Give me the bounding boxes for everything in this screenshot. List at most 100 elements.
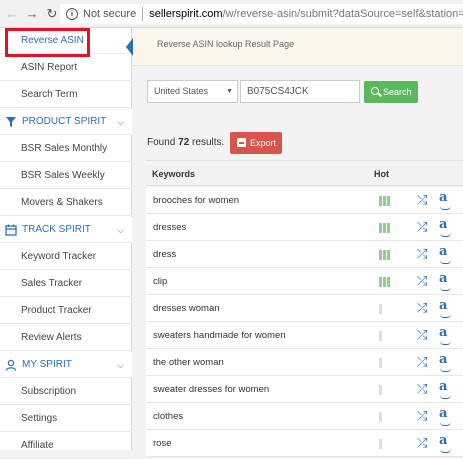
sidebar-item-label: Affiliate [21,440,54,451]
shuffle-icon[interactable]: ⤮ [417,382,431,396]
hot-bar [379,304,382,314]
hot-bar [379,385,382,395]
search-button[interactable]: Search [364,81,418,103]
keyword-cell[interactable]: dresses [153,222,186,233]
sidebar-item-label: Movers & Shakers [21,197,103,208]
shuffle-icon[interactable]: ⤮ [417,274,431,288]
shuffle-icon[interactable]: ⤮ [417,409,431,423]
keyword-cell[interactable]: rose [153,438,171,449]
hot-bar [383,277,386,287]
keyword-cell[interactable]: the other woman [153,357,224,368]
results-prefix: Found [147,137,176,148]
active-indicator [126,38,133,56]
hot-indicator [379,412,382,422]
sidebar-item-subscription[interactable]: Subscription [0,379,132,405]
amazon-icon[interactable]: a [439,218,453,237]
caret-down-icon: ▼ [226,88,233,95]
export-button[interactable]: Export [230,132,282,154]
table-row: sweater dresses for women ⤮ a [146,376,463,403]
export-button-label: Export [250,138,277,148]
amazon-icon[interactable]: a [439,326,453,345]
hot-bar [387,223,390,233]
reload-icon[interactable]: ↻ [44,6,60,22]
amazon-icon[interactable]: a [439,191,453,210]
info-icon[interactable]: i [66,8,78,20]
shuffle-icon[interactable]: ⤮ [417,220,431,234]
keyword-cell[interactable]: dress [153,249,176,260]
shuffle-icon[interactable]: ⤮ [417,328,431,342]
sidebar-item-label: Keyword Tracker [21,251,97,262]
table-row: clip ⤮ a [146,268,463,295]
table-row: clothes ⤮ a [146,403,463,430]
sidebar-item-bsr-sales-weekly[interactable]: BSR Sales Weekly [0,163,132,189]
column-header-hot[interactable]: Hot [374,169,389,179]
sidebar-item-asin-report[interactable]: ASIN Report [0,55,132,81]
sidebar-item-settings[interactable]: Settings [0,406,132,432]
hot-indicator [379,304,382,314]
sidebar-item-search-term[interactable]: Search Term [0,82,132,108]
hot-bar [383,223,386,233]
export-icon [237,138,246,147]
column-header-keywords[interactable]: Keywords [152,169,195,179]
sidebar: Reverse ASIN ASIN Report Search Term PRO… [0,28,132,459]
sidebar-item-label: Sales Tracker [21,278,83,289]
keyword-cell[interactable]: clip [153,276,167,287]
amazon-icon[interactable]: a [439,380,453,399]
sidebar-item-bsr-sales-monthly[interactable]: BSR Sales Monthly [0,136,132,162]
country-select-value: United States [154,86,209,96]
back-arrow-icon[interactable]: ← [4,6,20,22]
amazon-icon[interactable]: a [439,299,453,318]
amazon-icon[interactable]: a [439,245,453,264]
page-banner: Reverse ASIN lookup Result Page [133,28,463,66]
table-row: dresses woman ⤮ a [146,295,463,322]
sidebar-item-movers-shakers[interactable]: Movers & Shakers [0,190,132,216]
amazon-icon[interactable]: a [439,407,453,426]
table-row: sweaters handmade for women ⤮ a [146,322,463,349]
hot-indicator [379,439,382,449]
sidebar-item-label: Subscription [21,386,77,397]
hot-bar [379,223,382,233]
sidebar-item-affiliate[interactable]: Affiliate [0,433,132,459]
keyword-cell[interactable]: clothes [153,411,183,422]
hot-bar [379,196,382,206]
search-button-label: Search [383,87,412,97]
chevron-down-icon: ⌵ [117,225,124,235]
results-count: 72 [178,137,190,148]
sidebar-section-track-spirit[interactable]: TRACK SPIRIT ⌵ [0,217,132,243]
table-header: Keywords Hot [146,160,463,186]
keyword-cell[interactable]: sweaters handmade for women [153,330,286,341]
sidebar-item-keyword-tracker[interactable]: Keyword Tracker [0,244,132,270]
keyword-cell[interactable]: dresses woman [153,303,220,314]
asin-input[interactable] [240,80,360,103]
hot-bar [379,412,382,422]
address-bar[interactable]: i Not secure sellerspirit.com/w/reverse-… [60,4,463,24]
shuffle-icon[interactable]: ⤮ [417,247,431,261]
sidebar-item-review-alerts[interactable]: Review Alerts [0,325,132,351]
keyword-cell[interactable]: brooches for women [153,195,239,206]
section-label: PRODUCT SPIRIT [22,116,107,127]
shuffle-icon[interactable]: ⤮ [417,355,431,369]
security-status: Not secure [83,8,137,20]
amazon-icon[interactable]: a [439,434,453,453]
sidebar-section-my-spirit[interactable]: MY SPIRIT ⌵ [0,352,132,378]
sidebar-section-product-spirit[interactable]: PRODUCT SPIRIT ⌵ [0,109,132,135]
address-divider [142,7,144,21]
table-row: brooches for women ⤮ a [146,187,463,214]
url-path: /w/reverse-asin/submit?dataSource=self&s… [222,8,463,20]
amazon-icon[interactable]: a [439,353,453,372]
amazon-icon[interactable]: a [439,272,453,291]
shuffle-icon[interactable]: ⤮ [417,436,431,450]
sidebar-item-sales-tracker[interactable]: Sales Tracker [0,271,132,297]
shuffle-icon[interactable]: ⤮ [417,301,431,315]
sidebar-item-product-tracker[interactable]: Product Tracker [0,298,132,324]
hot-indicator [379,223,390,233]
url-host: sellerspirit.com [149,8,223,20]
keyword-cell[interactable]: sweater dresses for women [153,384,269,395]
shuffle-icon[interactable]: ⤮ [417,193,431,207]
hot-bar [379,277,382,287]
country-select[interactable]: United States ▼ [147,80,238,103]
hot-bar [379,331,382,341]
sidebar-item-label: ASIN Report [21,62,78,73]
table-row: rose ⤮ a [146,430,463,457]
forward-arrow-icon[interactable]: → [24,6,40,22]
